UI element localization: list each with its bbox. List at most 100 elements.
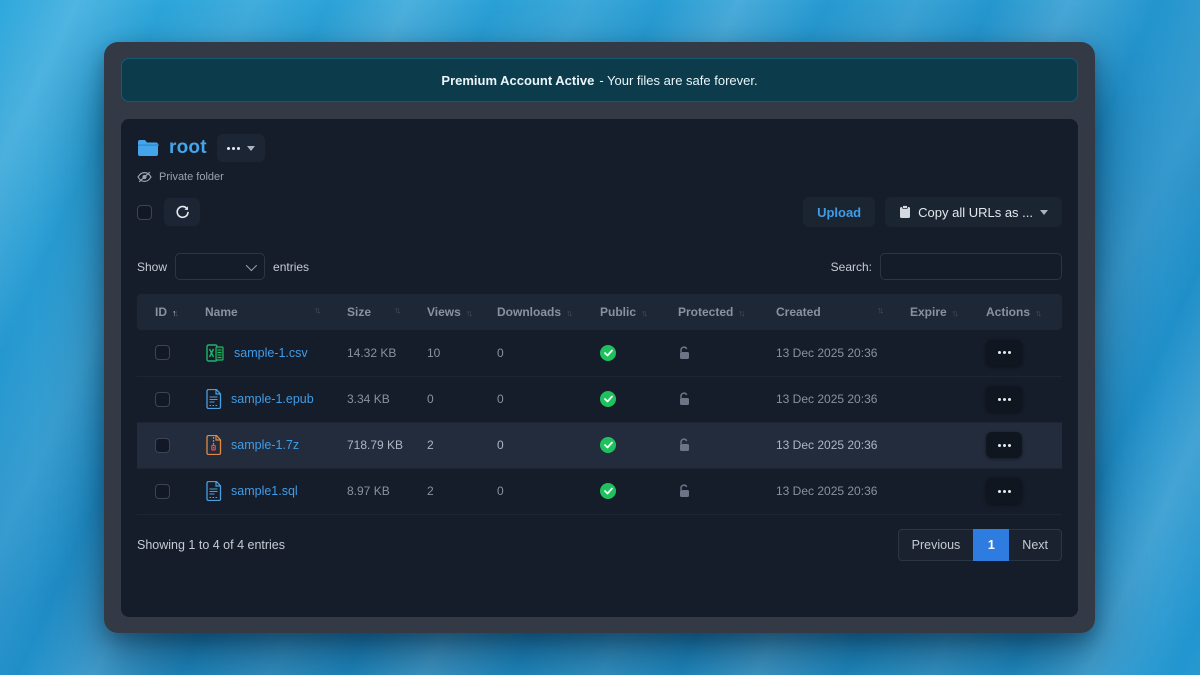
unlocked-padlock-icon	[678, 346, 758, 360]
toolbar-right: Upload Copy all URLs as ...	[803, 197, 1062, 227]
row-checkbox[interactable]	[155, 392, 170, 407]
unlocked-padlock-icon	[678, 392, 758, 406]
document-file-icon	[205, 481, 222, 501]
table-footer: Showing 1 to 4 of 4 entries Previous 1 N…	[137, 529, 1062, 561]
premium-banner-subtitle: - Your files are safe forever.	[599, 73, 757, 88]
row-actions-button[interactable]	[986, 432, 1022, 458]
sort-icon: ↑↓	[1035, 308, 1040, 318]
file-expire	[892, 330, 968, 376]
column-header-name[interactable]: Name↑↓	[187, 294, 329, 330]
column-header-views[interactable]: Views↑↓	[409, 294, 479, 330]
files-table: ID↑↓ Name↑↓ Size↑↓ Views↑↓ Downloads↑↓ P…	[137, 294, 1062, 515]
file-views: 10	[409, 330, 479, 376]
file-created: 13 Dec 2025 20:36	[758, 422, 892, 468]
chevron-down-icon	[247, 146, 255, 151]
file-downloads: 0	[479, 468, 582, 514]
sort-icon: ↑↓	[641, 308, 646, 318]
search-group: Search:	[831, 253, 1062, 280]
sort-icon: ↑↓	[314, 305, 319, 315]
premium-banner: Premium Account Active - Your files are …	[121, 58, 1078, 102]
sort-icon: ↑↓	[738, 308, 743, 318]
column-header-protected[interactable]: Protected↑↓	[660, 294, 758, 330]
public-check-icon	[600, 483, 616, 499]
column-header-created[interactable]: Created↑↓	[758, 294, 892, 330]
search-label: Search:	[831, 260, 872, 274]
unlocked-padlock-icon	[678, 438, 758, 452]
table-header-row: ID↑↓ Name↑↓ Size↑↓ Views↑↓ Downloads↑↓ P…	[137, 294, 1062, 330]
column-header-downloads[interactable]: Downloads↑↓	[479, 294, 582, 330]
file-views: 0	[409, 376, 479, 422]
folder-privacy: Private folder	[137, 171, 1062, 183]
row-checkbox[interactable]	[155, 345, 170, 360]
sort-icon: ↑↓	[952, 308, 957, 318]
file-link[interactable]: sample-1.7z	[231, 438, 299, 452]
page-1-button[interactable]: 1	[973, 529, 1009, 561]
file-downloads: 0	[479, 330, 582, 376]
upload-button-label: Upload	[817, 205, 861, 220]
table-row: sample-1.epub 3.34 KB 0 0 13 Dec 2025 20…	[137, 376, 1062, 422]
ellipsis-icon	[998, 444, 1011, 447]
row-actions-button[interactable]	[986, 340, 1022, 366]
folder-name: root	[169, 137, 207, 159]
sort-icon: ↑↓	[172, 308, 177, 318]
sort-icon: ↑↓	[566, 308, 571, 318]
row-actions-button[interactable]	[986, 386, 1022, 412]
file-views: 2	[409, 468, 479, 514]
eye-slash-icon	[137, 171, 152, 183]
copy-all-urls-button[interactable]: Copy all URLs as ...	[885, 197, 1062, 227]
public-check-icon	[600, 437, 616, 453]
row-actions-button[interactable]	[986, 478, 1022, 504]
file-size: 8.97 KB	[329, 468, 409, 514]
previous-page-button[interactable]: Previous	[898, 529, 974, 561]
file-link[interactable]: sample1.sql	[231, 484, 298, 498]
column-header-public[interactable]: Public↑↓	[582, 294, 660, 330]
upload-button[interactable]: Upload	[803, 197, 875, 227]
ellipsis-icon	[998, 490, 1011, 493]
desktop-background: { "banner": { "bold": "Premium Account A…	[0, 0, 1200, 675]
row-checkbox[interactable]	[155, 438, 170, 453]
column-header-size[interactable]: Size↑↓	[329, 294, 409, 330]
file-expire	[892, 376, 968, 422]
file-link[interactable]: sample-1.csv	[234, 346, 308, 360]
table-row: sample-1.7z 718.79 KB 2 0 13 Dec 2025 20…	[137, 422, 1062, 468]
column-header-id[interactable]: ID↑↓	[137, 294, 187, 330]
file-size: 718.79 KB	[329, 422, 409, 468]
file-created: 13 Dec 2025 20:36	[758, 330, 892, 376]
clipboard-icon	[899, 205, 911, 219]
entries-per-page-select[interactable]	[175, 253, 265, 280]
ellipsis-icon	[227, 147, 240, 150]
sort-icon: ↑↓	[466, 308, 471, 318]
column-header-actions[interactable]: Actions↑↓	[968, 294, 1062, 330]
chevron-down-icon	[246, 259, 257, 270]
file-size: 3.34 KB	[329, 376, 409, 422]
refresh-button[interactable]	[164, 198, 200, 226]
table-row: sample-1.csv 14.32 KB 10 0 13 Dec 2025 2…	[137, 330, 1062, 376]
file-link[interactable]: sample-1.epub	[231, 392, 314, 406]
search-input[interactable]	[880, 253, 1062, 280]
folder-menu-button[interactable]	[217, 134, 265, 162]
file-views: 2	[409, 422, 479, 468]
chevron-down-icon	[1040, 210, 1048, 215]
refresh-icon	[175, 205, 190, 220]
column-header-expire[interactable]: Expire↑↓	[892, 294, 968, 330]
select-all-checkbox[interactable]	[137, 205, 152, 220]
premium-banner-title: Premium Account Active	[441, 73, 594, 88]
table-controls: Show entries Search:	[137, 253, 1062, 280]
file-manager-card: root Private folder	[121, 119, 1078, 617]
row-checkbox[interactable]	[155, 484, 170, 499]
public-check-icon	[600, 345, 616, 361]
file-expire	[892, 468, 968, 514]
show-entries-group: Show entries	[137, 253, 309, 280]
next-page-button[interactable]: Next	[1009, 529, 1062, 561]
spreadsheet-file-icon	[205, 343, 225, 363]
copy-all-urls-label: Copy all URLs as ...	[918, 205, 1033, 220]
showing-entries-text: Showing 1 to 4 of 4 entries	[137, 538, 285, 552]
pagination: Previous 1 Next	[898, 529, 1062, 561]
table-row: sample1.sql 8.97 KB 2 0 13 Dec 2025 20:3…	[137, 468, 1062, 514]
toolbar: Upload Copy all URLs as ...	[137, 197, 1062, 227]
ellipsis-icon	[998, 351, 1011, 354]
public-check-icon	[600, 391, 616, 407]
folder-header: root	[137, 133, 1062, 163]
folder-icon	[137, 139, 159, 157]
file-created: 13 Dec 2025 20:36	[758, 468, 892, 514]
